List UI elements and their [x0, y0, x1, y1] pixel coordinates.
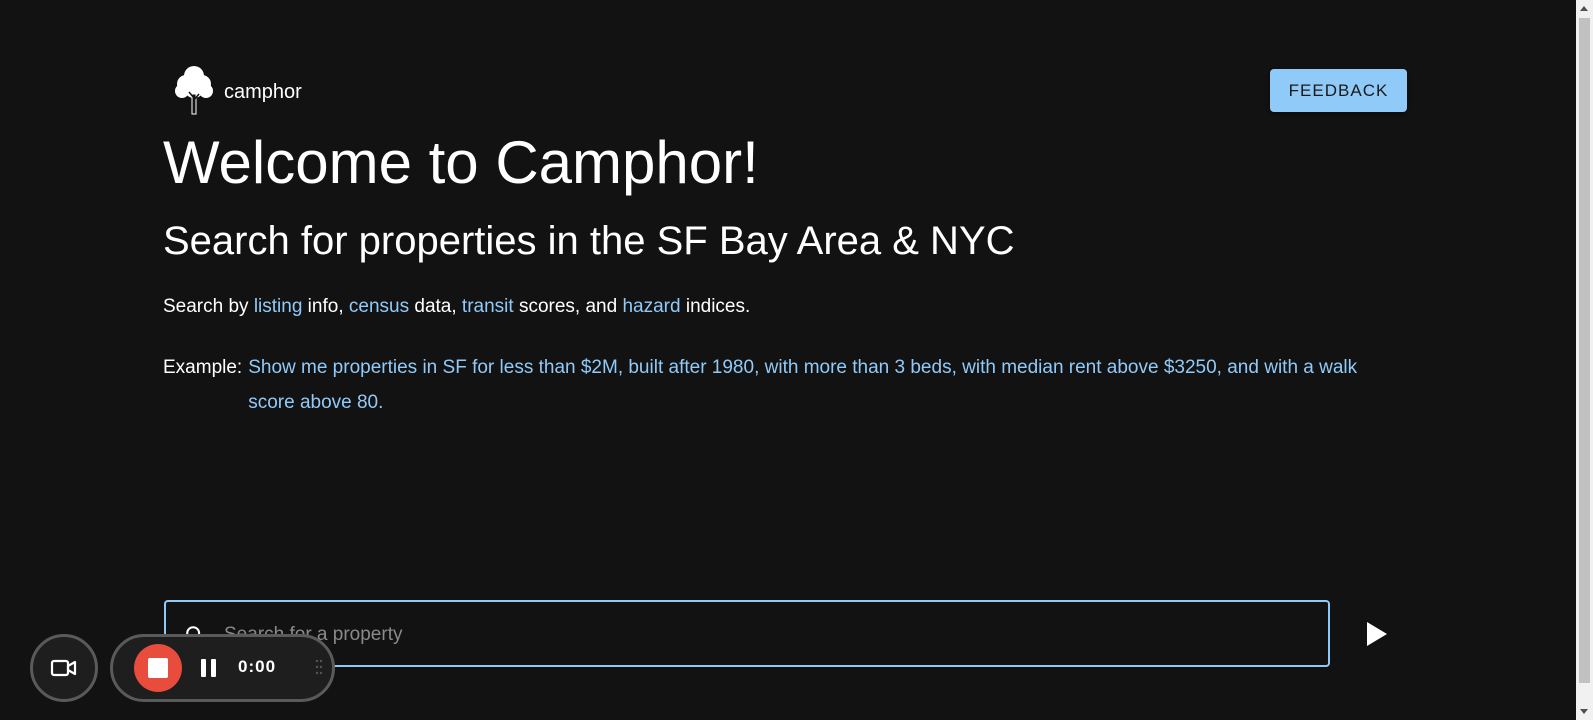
search-by-description: Search by listing info, census data, tra…: [163, 296, 750, 318]
play-arrow-icon: [1367, 622, 1387, 646]
logo[interactable]: camphor: [172, 64, 302, 116]
search-by-text-1: info,: [302, 296, 349, 317]
example-query: Example: Show me properties in SF for le…: [163, 350, 1403, 420]
feedback-button[interactable]: FEEDBACK: [1270, 69, 1407, 112]
vertical-scrollbar[interactable]: [1576, 0, 1593, 720]
recording-timer: 0:00: [238, 657, 277, 676]
page-subtitle: Search for properties in the SF Bay Area…: [163, 219, 1015, 263]
stop-icon: [148, 658, 168, 678]
search-by-text-3: scores, and: [513, 296, 623, 317]
scroll-up-icon[interactable]: [1580, 6, 1588, 11]
logo-text: camphor: [224, 80, 302, 103]
search-bar: [164, 600, 1330, 667]
search-by-text-4: indices.: [680, 296, 751, 317]
tree-icon: [175, 66, 213, 115]
pause-recording-button[interactable]: [197, 657, 219, 679]
drag-handle-icon[interactable]: [315, 657, 323, 677]
page-title: Welcome to Camphor!: [163, 129, 759, 196]
transit-link[interactable]: transit: [462, 296, 514, 317]
video-camera-icon: [50, 659, 77, 677]
search-by-text-2: data,: [409, 296, 462, 317]
recorder-controls: 0:00: [110, 634, 335, 702]
listing-link[interactable]: listing: [254, 296, 303, 317]
search-by-prefix: Search by: [163, 296, 254, 317]
page: camphor FEEDBACK Welcome to Camphor! Sea…: [0, 0, 1593, 720]
search-input[interactable]: [222, 604, 1316, 665]
census-link[interactable]: census: [349, 296, 409, 317]
scroll-thumb[interactable]: [1579, 18, 1590, 683]
pause-icon-bar: [210, 659, 216, 677]
hazard-link[interactable]: hazard: [622, 296, 680, 317]
pause-icon: [200, 659, 206, 677]
camera-toggle-button[interactable]: [30, 634, 98, 702]
example-label: Example:: [163, 357, 243, 378]
stop-recording-button[interactable]: [134, 644, 182, 692]
example-query-link[interactable]: Show me properties in SF for less than $…: [248, 350, 1403, 420]
scroll-down-icon[interactable]: [1580, 709, 1588, 714]
submit-search-button[interactable]: [1360, 618, 1392, 650]
